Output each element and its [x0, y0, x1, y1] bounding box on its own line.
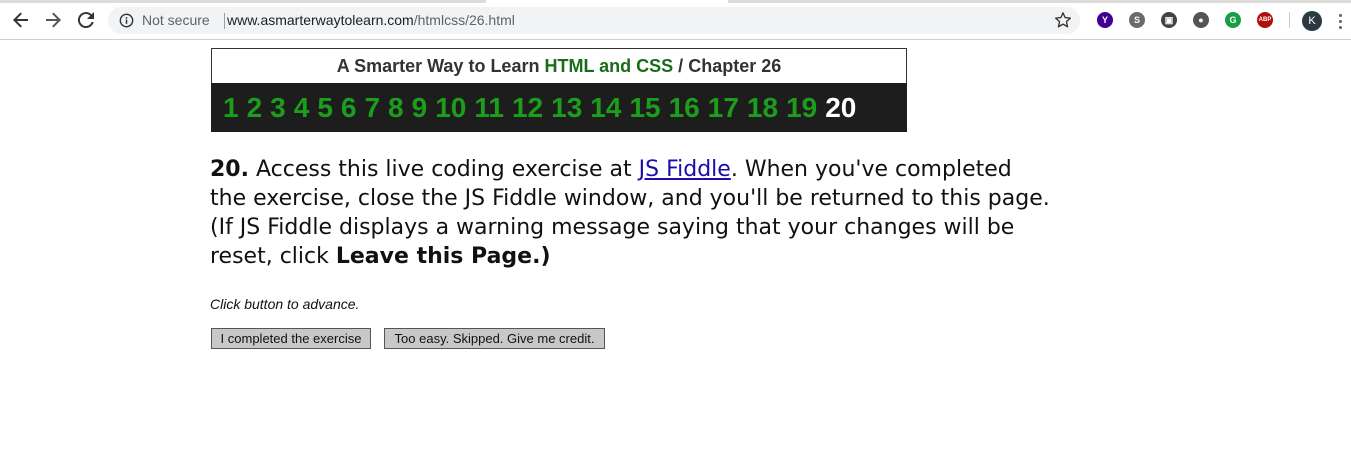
chapter-link-13[interactable]: 13 [551, 92, 582, 124]
skip-button[interactable]: Too easy. Skipped. Give me credit. [384, 328, 605, 349]
title-prefix: A Smarter Way to Learn [336, 56, 540, 76]
grammarly-extension-icon[interactable]: G [1225, 12, 1241, 28]
adblock-extension-icon[interactable]: ABP [1257, 12, 1273, 28]
profile-avatar[interactable]: K [1302, 11, 1322, 31]
completed-button[interactable]: I completed the exercise [211, 328, 371, 349]
toolbar-divider [1289, 12, 1290, 28]
chapter-link-8[interactable]: 8 [388, 92, 404, 124]
chapter-link-6[interactable]: 6 [341, 92, 357, 124]
url-path: /htmlcss/26.html [413, 12, 515, 28]
leave-page-text: Leave this Page.) [335, 244, 551, 269]
info-icon[interactable] [119, 13, 134, 28]
exercise-number: 20. [210, 157, 249, 182]
star-icon[interactable] [1054, 11, 1072, 29]
chapter-link-20[interactable]: 20 [825, 92, 856, 124]
chapter-link-7[interactable]: 7 [364, 92, 380, 124]
url-domain: www.asmarterwaytolearn.com [227, 12, 414, 28]
page-title: A Smarter Way to Learn HTML and CSS / Ch… [211, 48, 907, 83]
chapter-link-5[interactable]: 5 [317, 92, 333, 124]
chapter-link-16[interactable]: 16 [669, 92, 700, 124]
yahoo-extension-icon[interactable]: Y [1097, 12, 1113, 28]
image-extension-icon[interactable]: ▣ [1161, 12, 1177, 28]
chapter-link-15[interactable]: 15 [629, 92, 660, 124]
chapter-link-3[interactable]: 3 [270, 92, 286, 124]
reload-button[interactable] [74, 8, 98, 32]
browser-toolbar: Not secure www.asmarterwaytolearn.com/ht… [0, 0, 1351, 40]
arrow-left-icon [13, 12, 28, 28]
title-chapter: Chapter 26 [688, 56, 782, 76]
chapter-link-14[interactable]: 14 [590, 92, 621, 124]
tab-strip-edge [728, 0, 1351, 3]
forward-button[interactable] [41, 8, 65, 32]
title-separator: / [678, 56, 684, 76]
security-status: Not secure [142, 12, 210, 28]
chapter-link-12[interactable]: 12 [512, 92, 543, 124]
chapter-link-11[interactable]: 11 [474, 92, 504, 124]
chapter-link-10[interactable]: 10 [435, 92, 466, 124]
reload-icon [77, 12, 94, 29]
exercise-text: 20. Access this live coding exercise at … [210, 155, 1050, 271]
tab-strip-edge [0, 0, 486, 3]
circle-extension-icon[interactable]: ● [1193, 12, 1209, 28]
back-button[interactable] [9, 8, 33, 32]
jsfiddle-link[interactable]: JS Fiddle [639, 157, 731, 182]
chapter-header: A Smarter Way to Learn HTML and CSS / Ch… [211, 48, 907, 132]
chapter-link-9[interactable]: 9 [412, 92, 428, 124]
chapter-link-4[interactable]: 4 [294, 92, 310, 124]
chapter-link-17[interactable]: 17 [708, 92, 739, 124]
title-highlight: HTML and CSS [544, 56, 674, 76]
address-bar[interactable]: Not secure www.asmarterwaytolearn.com/ht… [108, 7, 1080, 34]
chapter-link-2[interactable]: 2 [247, 92, 263, 124]
chapter-link-19[interactable]: 19 [786, 92, 817, 124]
skype-extension-icon[interactable]: S [1129, 12, 1145, 28]
arrow-right-icon [46, 12, 61, 28]
chapter-link-1[interactable]: 1 [223, 92, 239, 124]
address-divider [224, 13, 225, 29]
url-text[interactable]: www.asmarterwaytolearn.com/htmlcss/26.ht… [227, 12, 515, 28]
advance-instruction: Click button to advance. [210, 296, 360, 312]
chapter-nav: 1 2 3 4 5 6 7 8 9 10 11 12 13 14 15 16 17 18 19 20 [211, 83, 907, 132]
menu-kebab-icon[interactable] [1335, 11, 1345, 31]
exercise-text-before: Access this live coding exercise at [248, 157, 639, 182]
chapter-link-18[interactable]: 18 [747, 92, 778, 124]
